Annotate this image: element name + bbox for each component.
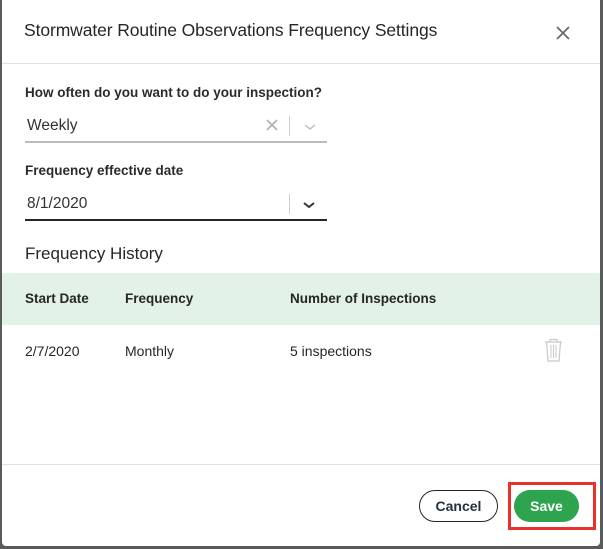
effective-date-label: Frequency effective date	[25, 163, 184, 178]
column-frequency: Frequency	[125, 291, 194, 306]
effective-date-value: 8/1/2020	[27, 195, 88, 212]
frequency-history-title: Frequency History	[25, 244, 163, 263]
effective-date-select[interactable]: 8/1/2020	[25, 189, 327, 221]
dialog-title: Stormwater Routine Observations Frequenc…	[24, 20, 438, 40]
frequency-select[interactable]: Weekly	[25, 111, 327, 143]
dialog-header: Stormwater Routine Observations Frequenc…	[2, 0, 600, 64]
row-frequency: Monthly	[125, 343, 175, 359]
table-header: Start Date Frequency Number of Inspectio…	[2, 273, 600, 325]
cancel-button[interactable]: Cancel	[419, 490, 498, 522]
frequency-label: How often do you want to do your inspect…	[25, 85, 322, 100]
column-start-date: Start Date	[25, 291, 89, 306]
close-icon[interactable]	[552, 22, 574, 44]
frequency-value: Weekly	[27, 117, 78, 134]
chevron-down-icon[interactable]	[303, 122, 317, 132]
footer-divider	[2, 464, 600, 465]
trash-icon[interactable]	[543, 337, 564, 363]
row-start-date: 2/7/2020	[25, 343, 80, 359]
separator	[289, 116, 290, 136]
chevron-down-icon[interactable]	[302, 200, 316, 210]
clear-icon[interactable]	[265, 118, 279, 132]
row-inspections: 5 inspections	[290, 343, 372, 359]
column-number-of-inspections: Number of Inspections	[290, 291, 437, 306]
save-button[interactable]: Save	[514, 490, 579, 522]
separator	[289, 194, 290, 214]
frequency-settings-dialog: Stormwater Routine Observations Frequenc…	[2, 0, 600, 546]
